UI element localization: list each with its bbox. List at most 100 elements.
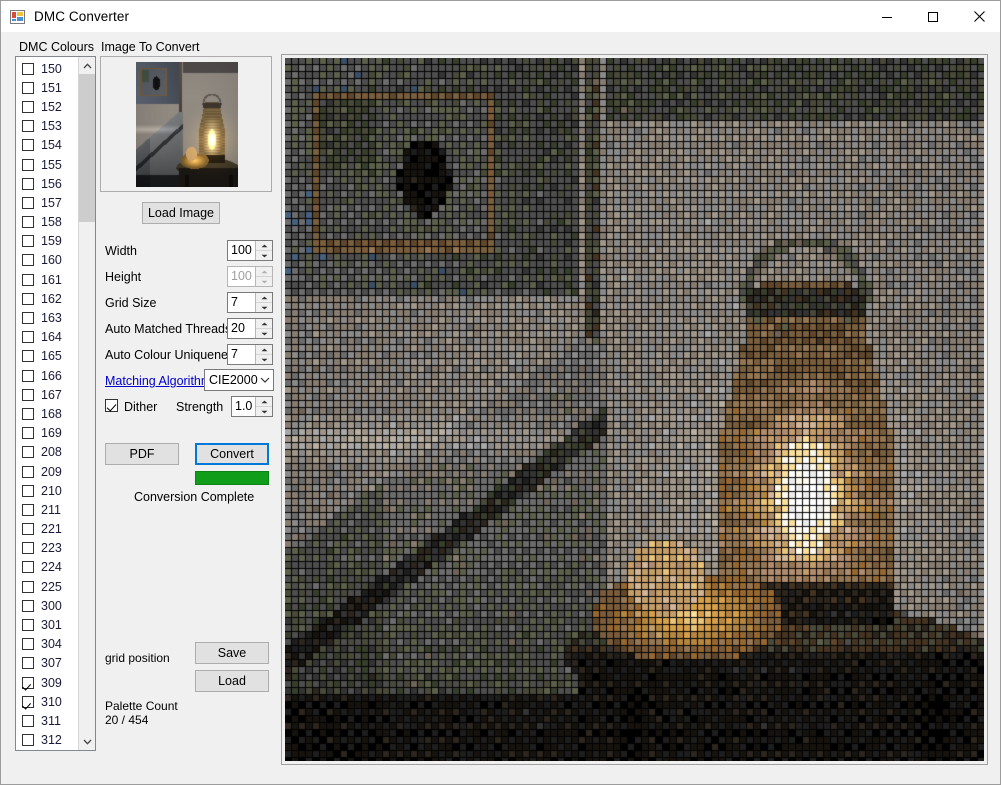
dmc-item-checkbox[interactable] [22, 523, 34, 536]
dmc-item-checkbox[interactable] [22, 561, 34, 574]
dmc-list-item[interactable]: 167 [19, 385, 78, 404]
auto-matched-threads-stepper[interactable]: 20 [227, 318, 273, 339]
auto-colour-uniqueness-spin-buttons[interactable] [255, 345, 272, 364]
auto-colour-uniqueness-stepper[interactable]: 7 [227, 344, 273, 365]
dmc-item-checkbox[interactable] [22, 292, 34, 305]
dmc-item-checkbox[interactable] [22, 62, 34, 75]
dmc-item-checkbox[interactable] [22, 81, 34, 94]
dmc-list-item[interactable]: 211 [19, 500, 78, 519]
grid-size-stepper[interactable]: 7 [227, 292, 273, 313]
dmc-item-checkbox[interactable] [22, 446, 34, 459]
dmc-item-checkbox[interactable] [22, 638, 34, 651]
dmc-item-checkbox[interactable] [22, 331, 34, 344]
dmc-item-checkbox[interactable] [22, 369, 34, 382]
dmc-list-item[interactable]: 221 [19, 520, 78, 539]
dmc-item-checkbox[interactable] [22, 657, 34, 670]
auto-matched-threads-spin-buttons[interactable] [255, 319, 272, 338]
minimize-button[interactable] [864, 1, 910, 32]
auto-matched-threads-spin-up[interactable] [256, 319, 272, 329]
matching-algorithm-link[interactable]: Matching Algorithm [105, 374, 211, 388]
auto-matched-threads-value[interactable]: 20 [228, 319, 255, 338]
dmc-list-item[interactable]: 169 [19, 424, 78, 443]
close-button[interactable] [956, 1, 1000, 32]
grid-size-value[interactable]: 7 [228, 293, 255, 312]
auto-colour-uniqueness-value[interactable]: 7 [228, 345, 255, 364]
dmc-item-checkbox[interactable] [22, 254, 34, 267]
dmc-colours-list[interactable]: 150 151 152 153 154 155 156 157 158 159 160 161 162 1… [15, 56, 96, 751]
dmc-item-checkbox[interactable] [22, 599, 34, 612]
pattern-canvas-panel[interactable] [281, 54, 988, 765]
auto-colour-uniqueness-spin-down[interactable] [256, 355, 272, 364]
dmc-list-item[interactable]: 152 [19, 97, 78, 116]
dmc-item-checkbox[interactable] [22, 388, 34, 401]
dmc-item-checkbox[interactable] [22, 235, 34, 248]
dmc-list-item[interactable]: 159 [19, 232, 78, 251]
dmc-item-checkbox[interactable] [22, 503, 34, 516]
width-spin-buttons[interactable] [255, 241, 272, 260]
strength-stepper[interactable]: 1.0 [231, 396, 273, 417]
dmc-item-checkbox[interactable] [22, 734, 34, 747]
scrollbar-up-button[interactable] [79, 57, 95, 74]
dmc-list-item[interactable]: 155 [19, 155, 78, 174]
dmc-item-checkbox[interactable] [22, 484, 34, 497]
dmc-list-item[interactable]: 304 [19, 635, 78, 654]
dmc-list-scrollbar[interactable] [78, 57, 95, 750]
dmc-list-item[interactable]: 160 [19, 251, 78, 270]
dmc-list-item[interactable]: 311 [19, 711, 78, 730]
dmc-item-checkbox[interactable] [22, 273, 34, 286]
load-button[interactable]: Load [195, 670, 269, 692]
dmc-item-checkbox[interactable] [22, 676, 34, 689]
grid-size-spin-up[interactable] [256, 293, 272, 303]
dmc-list-item[interactable]: 301 [19, 615, 78, 634]
dmc-list-item[interactable]: 225 [19, 577, 78, 596]
dmc-item-checkbox[interactable] [22, 407, 34, 420]
dmc-list-item[interactable]: 151 [19, 78, 78, 97]
dmc-list-item[interactable]: 210 [19, 481, 78, 500]
scrollbar-down-button[interactable] [79, 733, 95, 750]
dmc-item-checkbox[interactable] [22, 216, 34, 229]
pattern-pixel-grid[interactable] [285, 58, 984, 761]
grid-size-spin-down[interactable] [256, 303, 272, 312]
dmc-list-item[interactable]: 223 [19, 539, 78, 558]
dmc-list-item[interactable]: 156 [19, 174, 78, 193]
grid-size-spin-buttons[interactable] [255, 293, 272, 312]
auto-colour-uniqueness-spin-up[interactable] [256, 345, 272, 355]
width-stepper[interactable]: 100 [227, 240, 273, 261]
dmc-item-checkbox[interactable] [22, 312, 34, 325]
dmc-item-checkbox[interactable] [22, 695, 34, 708]
dmc-item-checkbox[interactable] [22, 139, 34, 152]
dmc-item-checkbox[interactable] [22, 177, 34, 190]
dmc-list-item[interactable]: 312 [19, 731, 78, 750]
dmc-list-item[interactable]: 315 [19, 750, 78, 751]
dmc-list-item[interactable]: 161 [19, 270, 78, 289]
dmc-item-checkbox[interactable] [22, 158, 34, 171]
matching-algorithm-select[interactable]: CIE2000 [204, 369, 274, 391]
strength-value[interactable]: 1.0 [232, 397, 255, 416]
dmc-list-item[interactable]: 309 [19, 673, 78, 692]
dmc-item-checkbox[interactable] [22, 465, 34, 478]
dmc-list-item[interactable]: 157 [19, 193, 78, 212]
dmc-list-item[interactable]: 300 [19, 596, 78, 615]
dmc-list-item[interactable]: 164 [19, 328, 78, 347]
strength-spin-buttons[interactable] [255, 397, 272, 416]
dmc-list-item[interactable]: 310 [19, 692, 78, 711]
dmc-item-checkbox[interactable] [22, 619, 34, 632]
scrollbar-thumb[interactable] [79, 74, 95, 222]
dmc-list-item[interactable]: 154 [19, 136, 78, 155]
dmc-list-item[interactable]: 209 [19, 462, 78, 481]
width-spin-up[interactable] [256, 241, 272, 251]
save-button[interactable]: Save [195, 642, 269, 664]
dither-checkbox[interactable] [105, 399, 118, 412]
maximize-button[interactable] [910, 1, 956, 32]
dmc-item-checkbox[interactable] [22, 100, 34, 113]
dmc-list-item[interactable]: 162 [19, 289, 78, 308]
dmc-list-item[interactable]: 168 [19, 404, 78, 423]
strength-spin-down[interactable] [256, 407, 272, 416]
dmc-item-checkbox[interactable] [22, 580, 34, 593]
convert-button[interactable]: Convert [195, 443, 269, 465]
dmc-item-checkbox[interactable] [22, 427, 34, 440]
dmc-item-checkbox[interactable] [22, 542, 34, 555]
dmc-list-item[interactable]: 224 [19, 558, 78, 577]
dmc-item-checkbox[interactable] [22, 350, 34, 363]
dmc-list-item[interactable]: 158 [19, 213, 78, 232]
